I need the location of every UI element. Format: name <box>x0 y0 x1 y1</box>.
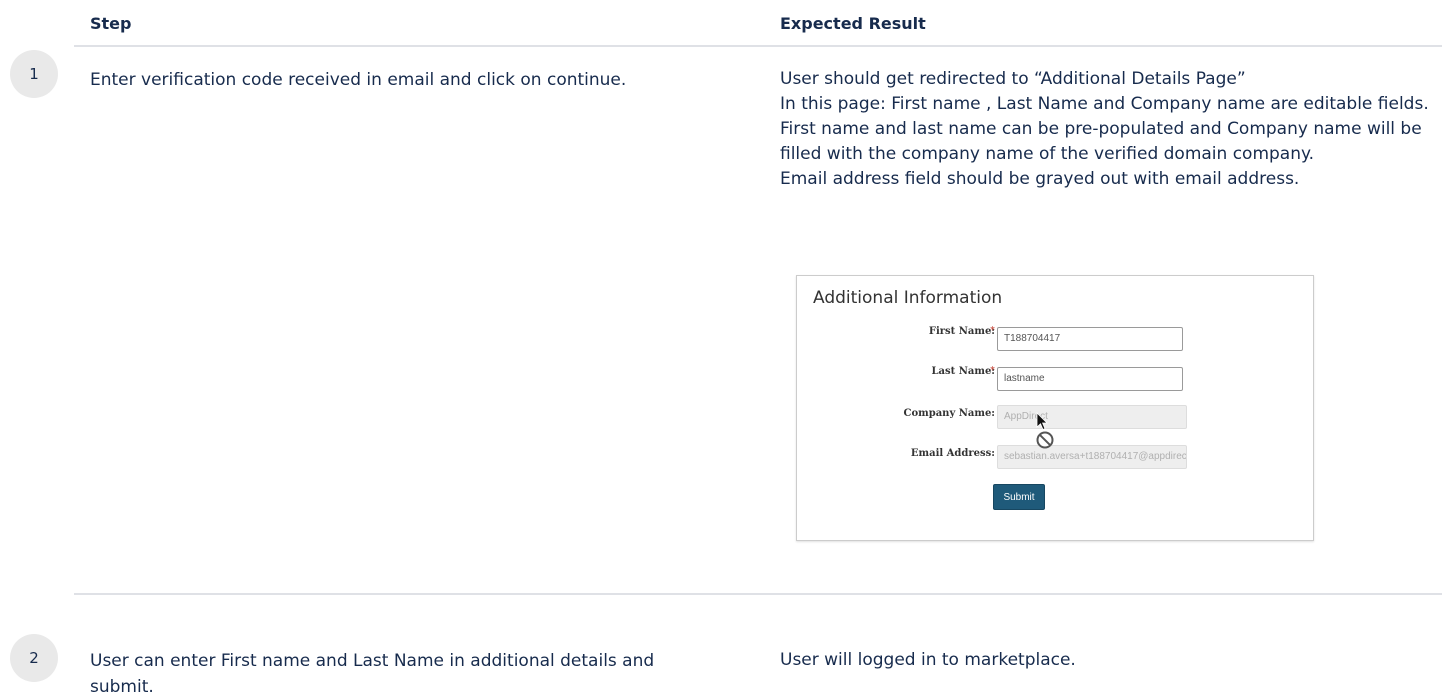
expected-result: User should get redirected to “Additiona… <box>780 67 1440 192</box>
email-address-input[interactable]: sebastian.aversa+t188704417@appdirect.co… <box>997 445 1187 469</box>
last-name-input[interactable]: lastname <box>997 367 1183 391</box>
expected-result-line: Email address field should be grayed out… <box>780 169 1300 189</box>
step-description: User can enter First name and Last Name … <box>90 651 655 697</box>
column-header-expected-result: Expected Result <box>780 14 926 33</box>
step-description: Enter verification code received in emai… <box>90 70 627 90</box>
row-divider <box>74 593 1442 595</box>
not-allowed-cursor-icon <box>1036 412 1054 449</box>
expected-result-line: First name and last name can be pre-popu… <box>780 119 1422 164</box>
first-name-input[interactable]: T188704417 <box>997 327 1183 351</box>
step-number-badge: 2 <box>10 634 58 682</box>
first-name-label: First Name: <box>928 326 995 337</box>
expected-result-line: In this page: First name , Last Name and… <box>780 94 1429 114</box>
expected-result: User will logged in to marketplace. <box>780 650 1076 670</box>
table-header: Step Expected Result <box>74 0 1442 47</box>
column-header-step: Step <box>90 14 132 33</box>
additional-information-screenshot: Additional Information First Name: * T18… <box>796 275 1314 541</box>
step-number-badge: 1 <box>10 50 58 98</box>
last-name-label: Last Name: <box>931 366 996 377</box>
expected-result-line: User should get redirected to “Additiona… <box>780 69 1246 89</box>
company-name-label: Company Name: <box>903 408 996 419</box>
form-title: Additional Information <box>813 288 1003 308</box>
email-address-label: Email Address: <box>910 448 995 459</box>
submit-button[interactable]: Submit <box>993 484 1045 510</box>
company-name-input[interactable]: AppDirect <box>997 405 1187 429</box>
